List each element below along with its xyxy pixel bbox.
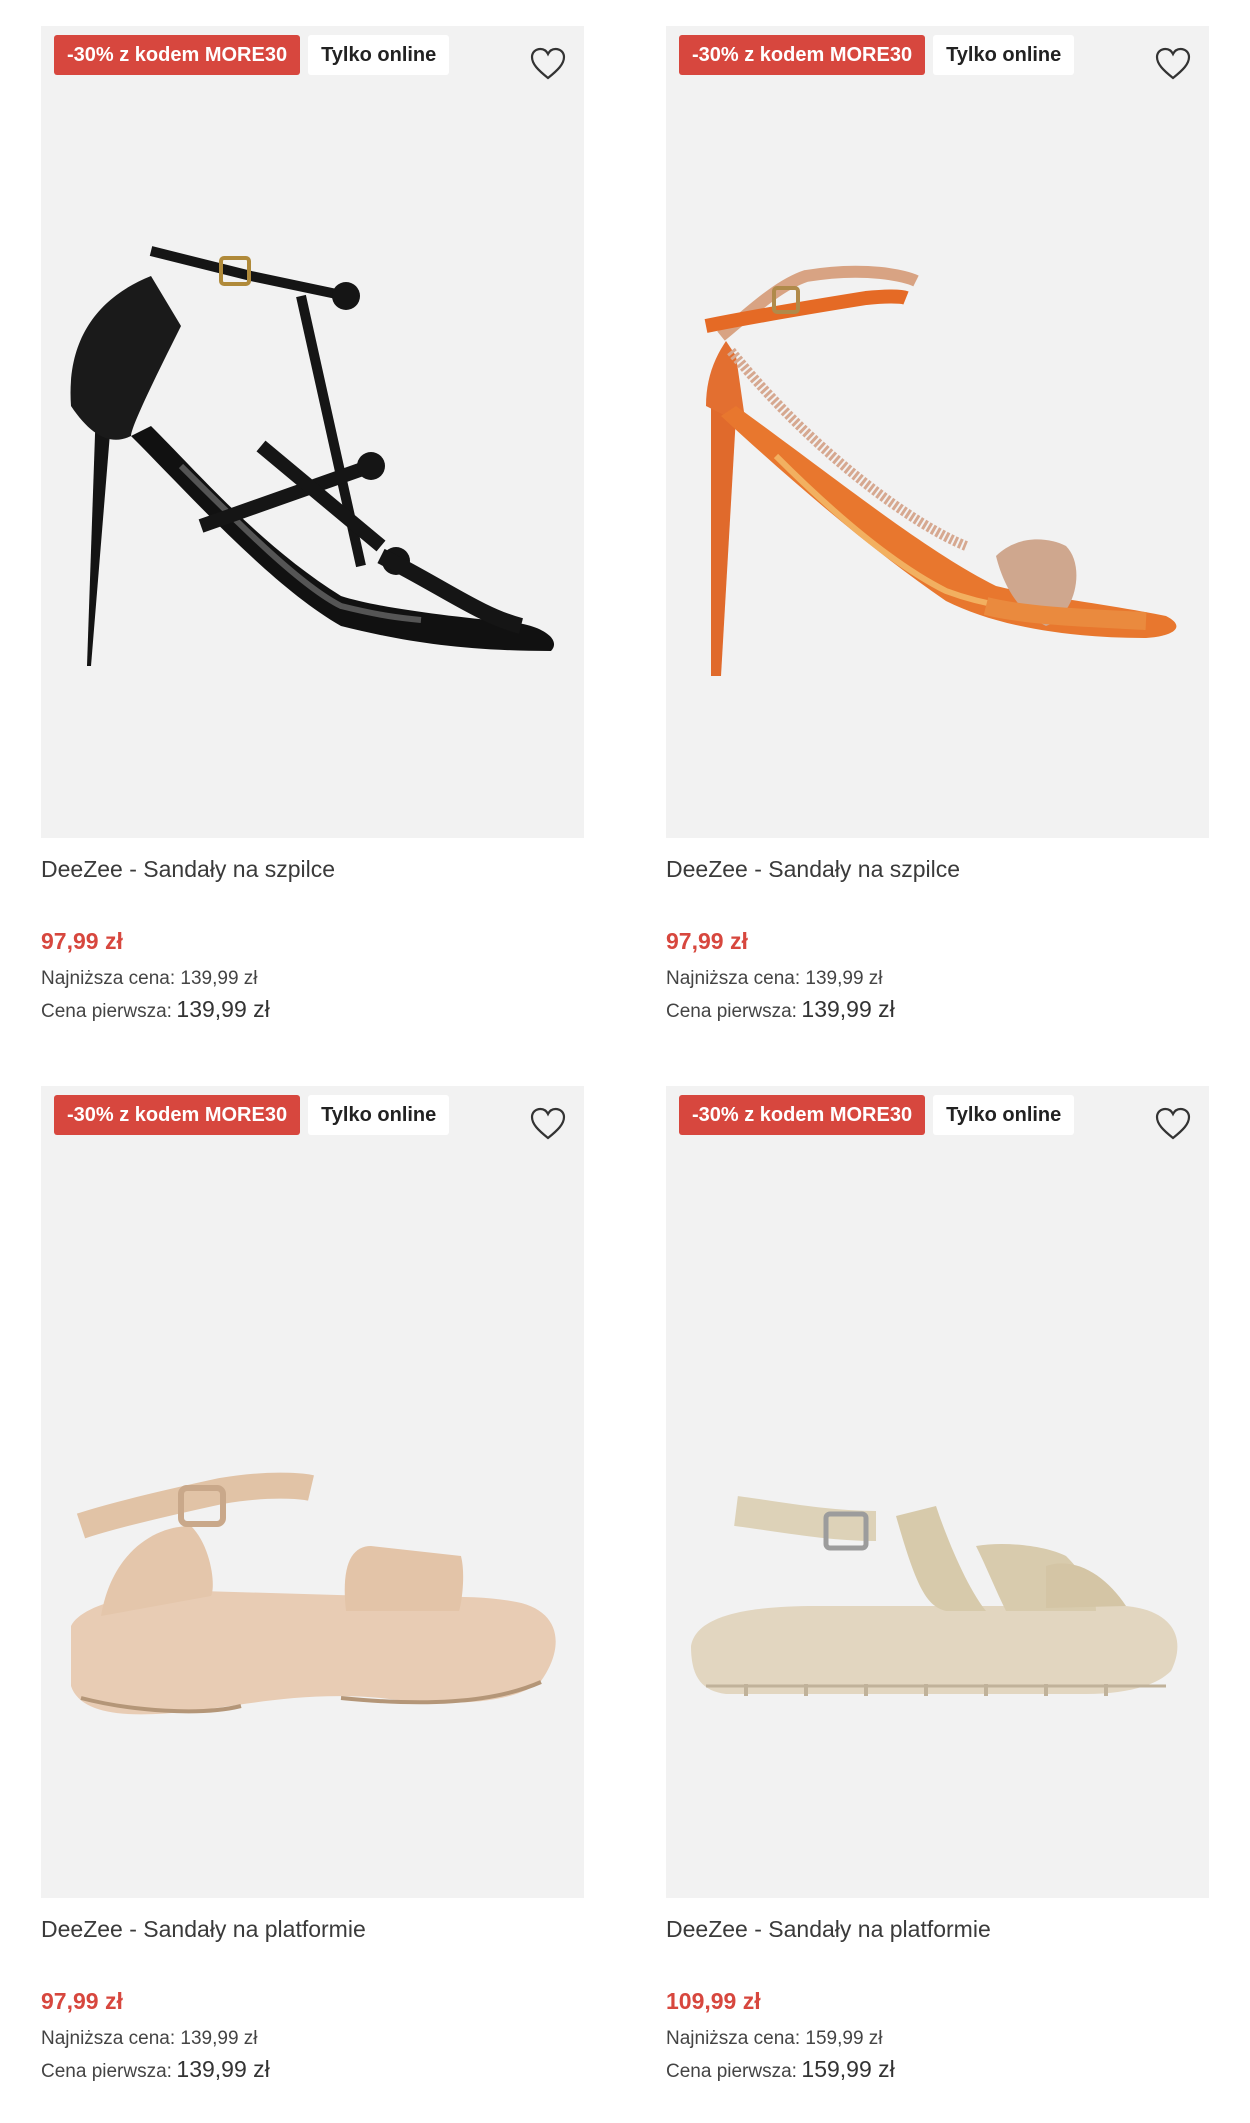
promo-badge: -30% z kodem MORE30 [679,1095,926,1135]
badge-group: -30% z kodem MORE30 Tylko online [54,1095,450,1135]
first-price-value: 139,99 zł [801,996,895,1022]
orange-stiletto-sandal-image [704,265,1177,676]
wishlist-heart-icon[interactable] [528,44,568,84]
product-card[interactable]: -30% z kodem MORE30 Tylko online DeeZee … [41,26,584,1046]
product-image[interactable]: -30% z kodem MORE30 Tylko online [666,26,1209,838]
product-image[interactable]: -30% z kodem MORE30 Tylko online [666,1086,1209,1898]
product-title[interactable]: DeeZee - Sandały na szpilce [666,856,960,883]
product-price: 97,99 zł [666,928,748,954]
product-card[interactable]: -30% z kodem MORE30 Tylko online DeeZee … [41,1086,584,2106]
first-price-value: 139,99 zł [176,2056,270,2082]
product-grid: -30% z kodem MORE30 Tylko online DeeZee … [0,0,1250,2123]
badge-group: -30% z kodem MORE30 Tylko online [54,35,450,75]
first-price: Cena pierwsza: 159,99 zł [666,2056,895,2083]
first-price-value: 139,99 zł [176,996,270,1022]
lowest-price: Najniższa cena: 139,99 zł [41,968,258,989]
product-title[interactable]: DeeZee - Sandały na platformie [666,1916,991,1943]
wishlist-heart-icon[interactable] [528,1104,568,1144]
lowest-price: Najniższa cena: 159,99 zł [666,2028,883,2049]
product-image[interactable]: -30% z kodem MORE30 Tylko online [41,1086,584,1898]
online-only-badge: Tylko online [933,35,1075,75]
product-title[interactable]: DeeZee - Sandały na szpilce [41,856,335,883]
promo-badge: -30% z kodem MORE30 [54,35,301,75]
product-image[interactable]: -30% z kodem MORE30 Tylko online [41,26,584,838]
first-price-label: Cena pierwsza: [666,2061,797,2082]
badge-group: -30% z kodem MORE30 Tylko online [679,35,1075,75]
product-card[interactable]: -30% z kodem MORE30 Tylko online DeeZee … [666,26,1209,1046]
product-price: 97,99 zł [41,928,123,954]
online-only-badge: Tylko online [308,1095,450,1135]
beige-platform-sandal-image [71,1472,556,1715]
lowest-price: Najniższa cena: 139,99 zł [666,968,883,989]
first-price: Cena pierwsza: 139,99 zł [666,996,895,1023]
product-card[interactable]: -30% z kodem MORE30 Tylko online DeeZee … [666,1086,1209,2106]
online-only-badge: Tylko online [933,1095,1075,1135]
product-title[interactable]: DeeZee - Sandały na platformie [41,1916,366,1943]
online-only-badge: Tylko online [308,35,450,75]
first-price: Cena pierwsza: 139,99 zł [41,2056,270,2083]
first-price-label: Cena pierwsza: [41,1001,172,1022]
badge-group: -30% z kodem MORE30 Tylko online [679,1095,1075,1135]
first-price-value: 159,99 zł [801,2056,895,2082]
lowest-price: Najniższa cena: 139,99 zł [41,2028,258,2049]
first-price: Cena pierwsza: 139,99 zł [41,996,270,1023]
sand-chunky-platform-sandal-image [691,1496,1178,1696]
promo-badge: -30% z kodem MORE30 [679,35,926,75]
promo-badge: -30% z kodem MORE30 [54,1095,301,1135]
wishlist-heart-icon[interactable] [1153,1104,1193,1144]
first-price-label: Cena pierwsza: [41,2061,172,2082]
product-price: 97,99 zł [41,1988,123,2014]
first-price-label: Cena pierwsza: [666,1001,797,1022]
wishlist-heart-icon[interactable] [1153,44,1193,84]
product-price: 109,99 zł [666,1988,761,2014]
black-stiletto-sandal-image [70,246,555,666]
